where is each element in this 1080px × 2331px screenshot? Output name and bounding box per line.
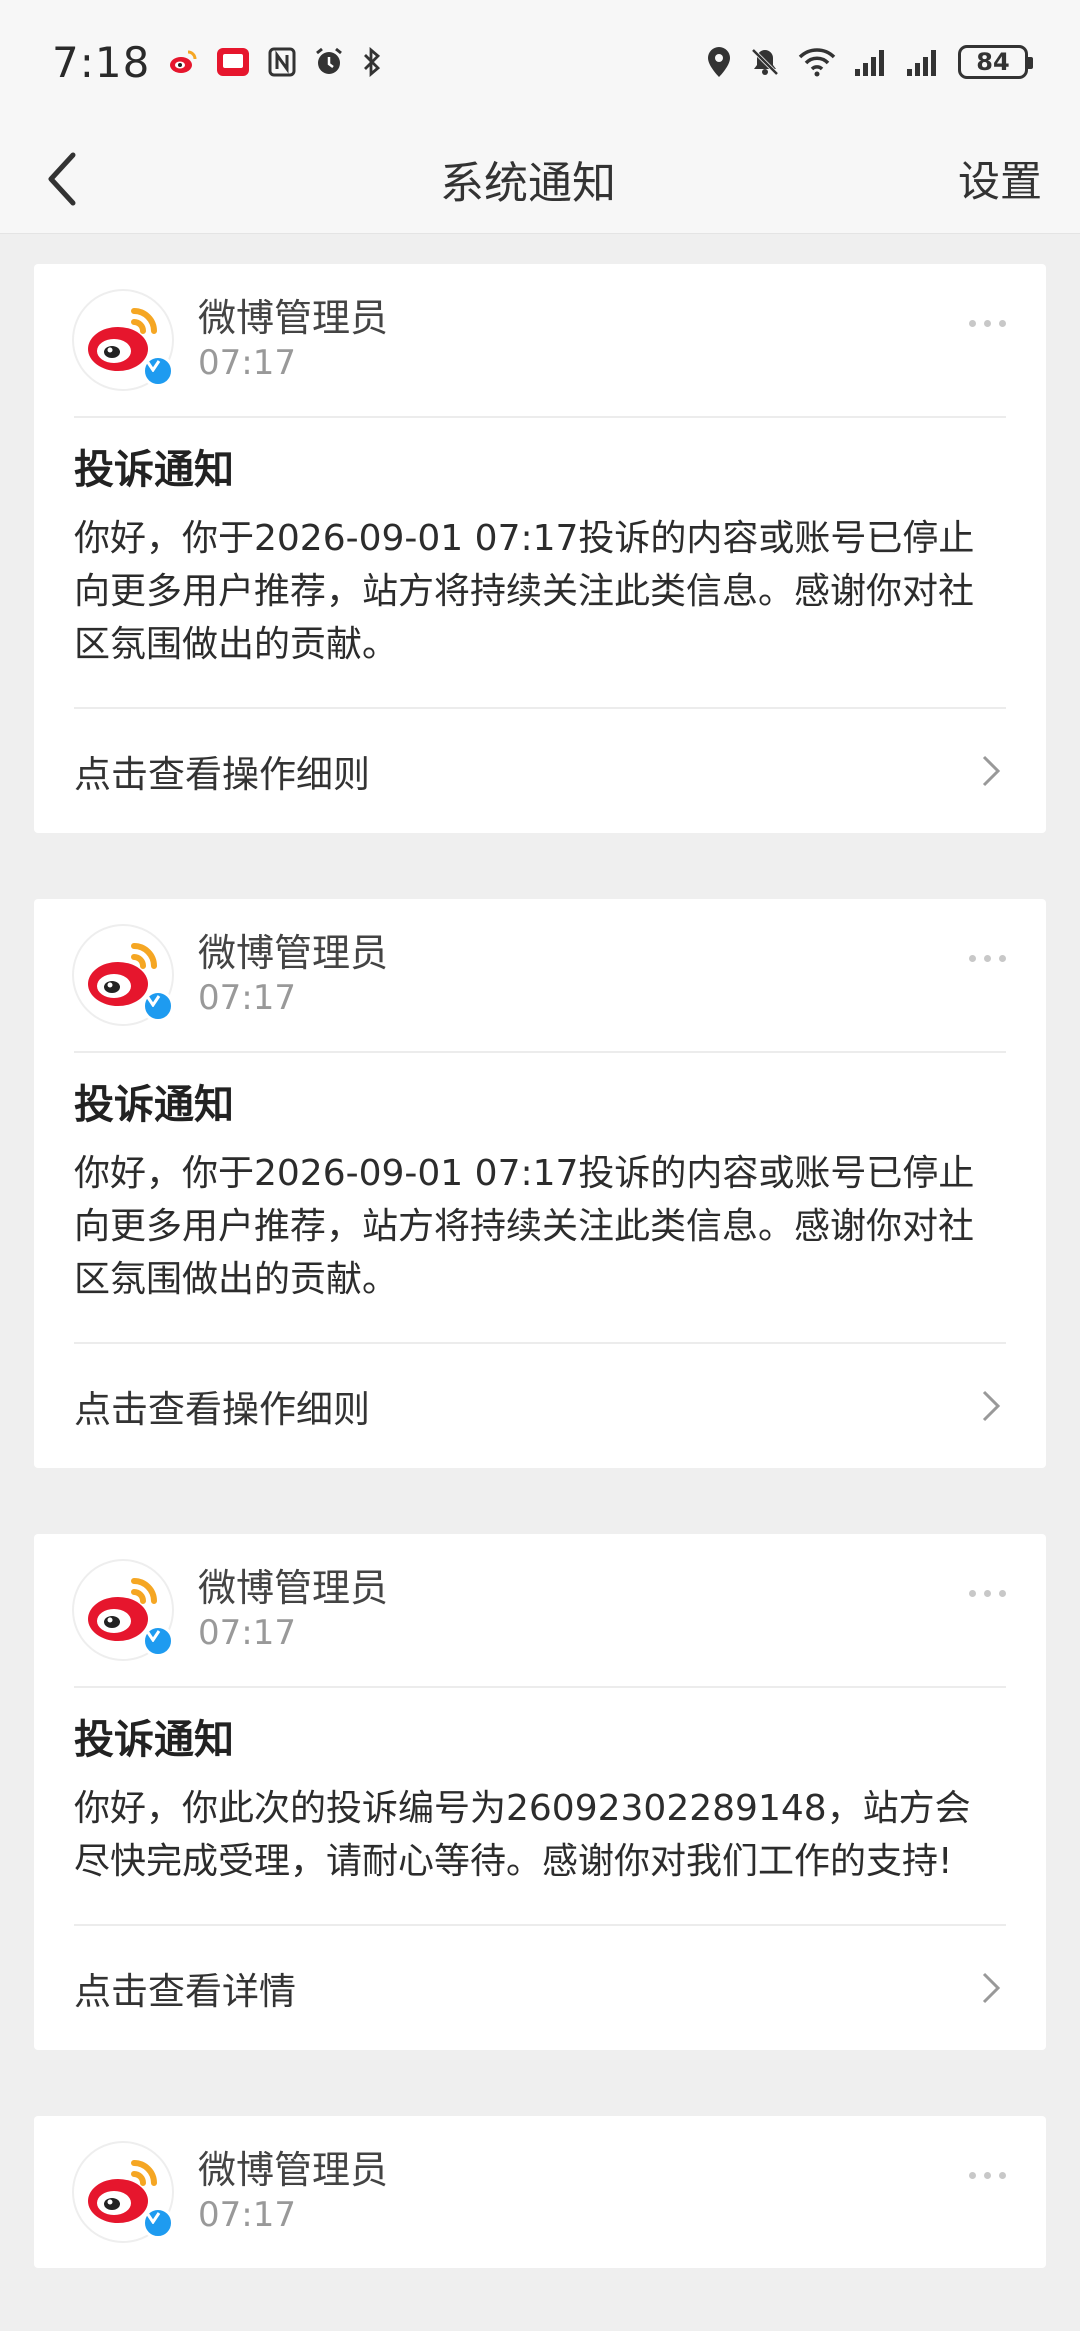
nfc-icon [268,47,296,77]
sender-name[interactable]: 微博管理员 [198,930,388,976]
chevron-right-icon [976,1386,1006,1426]
notification-text: 你好，你此次的投诉编号为26092302289148，站方会尽快完成受理，请耐心… [74,1788,971,1882]
notification-card: 微博管理员 07:17 投诉通知 你好，你此次的投诉编号为26092302289… [34,1534,1046,2050]
sender-info: 微博管理员 07:17 [198,295,388,385]
avatar[interactable] [74,926,174,1024]
signal-icon [906,47,940,77]
chevron-right-icon [976,1968,1006,2008]
avatar[interactable] [74,2143,174,2241]
settings-button[interactable]: 设置 [958,148,1052,209]
link-label: 点击查看详情 [74,1970,296,2013]
nav-bar: 系统通知 设置 [0,124,1080,234]
card-body: 投诉通知 你好，你于2026-09-01 07:17投诉的内容或账号已停止向更多… [34,418,1046,707]
sender-info: 微博管理员 07:17 [198,1565,388,1655]
notification-card: 微博管理员 07:17 投诉通知 你好，你于2026-09-01 07:17投诉… [34,264,1046,833]
more-options-button[interactable] [969,320,1006,327]
notification-title: 投诉通知 [74,1717,234,1763]
bluetooth-icon [362,47,382,77]
notification-time: 07:17 [198,1613,296,1653]
alarm-icon [314,47,344,77]
verified-badge-icon [142,2207,174,2239]
avatar[interactable] [74,1561,174,1659]
notification-title: 投诉通知 [74,447,234,493]
chevron-left-icon [48,152,76,205]
sender-info: 微博管理员 07:17 [198,930,388,1020]
mute-icon [750,47,780,77]
notification-list: 微博管理员 07:17 投诉通知 你好，你于2026-09-01 07:17投诉… [0,234,1080,2268]
card-body: 投诉通知 你好，你于2026-09-01 07:17投诉的内容或账号已停止向更多… [34,1053,1046,1342]
link-label: 点击查看操作细则 [74,1388,370,1431]
location-icon [706,46,732,78]
link-label: 点击查看操作细则 [74,753,370,796]
notification-card: 微博管理员 07:17 [34,2116,1046,2268]
view-rules-link[interactable]: 点击查看操作细则 [34,1344,1046,1468]
verified-badge-icon [142,355,174,387]
verified-badge-icon [142,1625,174,1657]
signal-icon [854,47,888,77]
card-header: 微博管理员 07:17 [34,2116,1046,2268]
notification-time: 07:17 [198,978,296,1018]
view-details-link[interactable]: 点击查看详情 [34,1926,1046,2050]
sender-info: 微博管理员 07:17 [198,2147,388,2237]
page-title: 系统通知 [439,157,616,209]
verified-badge-icon [142,990,174,1022]
status-left: 7:18 [52,38,382,87]
more-options-button[interactable] [969,955,1006,962]
status-right: 84 [706,45,1033,79]
status-bar: 7:18 84 [0,0,1080,124]
weibo-icon [168,49,198,75]
more-options-button[interactable] [969,1590,1006,1597]
card-header: 微博管理员 07:17 [34,264,1046,416]
view-rules-link[interactable]: 点击查看操作细则 [34,709,1046,833]
more-options-button[interactable] [969,2172,1006,2179]
notification-text: 你好，你于2026-09-01 07:17投诉的内容或账号已停止向更多用户推荐，… [74,1153,975,1300]
back-button[interactable] [28,144,98,214]
avatar[interactable] [74,291,174,389]
notification-card: 微博管理员 07:17 投诉通知 你好，你于2026-09-01 07:17投诉… [34,899,1046,1468]
card-header: 微博管理员 07:17 [34,899,1046,1051]
sender-name[interactable]: 微博管理员 [198,2147,388,2193]
status-time: 7:18 [52,37,151,87]
notification-text: 你好，你于2026-09-01 07:17投诉的内容或账号已停止向更多用户推荐，… [74,518,975,665]
battery-indicator: 84 [958,45,1033,79]
card-header: 微博管理员 07:17 [34,1534,1046,1686]
wifi-icon [798,47,836,77]
notification-time: 07:17 [198,343,296,383]
chevron-right-icon [976,751,1006,791]
sender-name[interactable]: 微博管理员 [198,1565,388,1611]
sender-name[interactable]: 微博管理员 [198,295,388,341]
app-icon [216,47,250,77]
notification-time: 07:17 [198,2195,296,2235]
card-body: 投诉通知 你好，你此次的投诉编号为26092302289148，站方会尽快完成受… [34,1688,1046,1924]
notification-title: 投诉通知 [74,1082,234,1128]
